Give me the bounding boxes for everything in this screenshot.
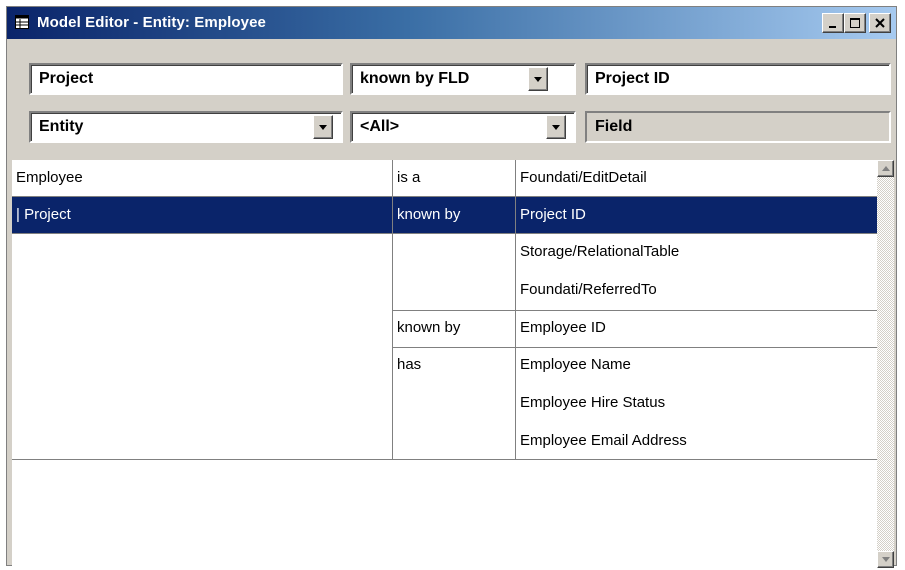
grid-cell-object[interactable]: Project ID — [520, 206, 586, 223]
vertical-scrollbar[interactable] — [877, 160, 894, 568]
grid-cell-object[interactable]: Foundati/EditDetail — [520, 169, 647, 186]
dropdown-arrow-icon — [534, 77, 542, 82]
row-divider — [12, 233, 877, 234]
grid-cell-object[interactable]: Storage/RelationalTable — [520, 243, 679, 260]
window-title: Model Editor - Entity: Employee — [37, 14, 266, 31]
relation-filter-value: <All> — [360, 118, 400, 135]
title-bar[interactable]: Model Editor - Entity: Employee — [7, 7, 896, 39]
grid-cell-relation[interactable]: has — [397, 356, 421, 373]
relation-filter-select[interactable]: <All> — [350, 111, 576, 143]
subject-type-dropdown-button[interactable] — [313, 115, 333, 139]
grid-cell-object[interactable]: Employee Hire Status — [520, 394, 665, 411]
relation-select[interactable]: known by FLD — [350, 63, 576, 95]
scroll-down-icon — [882, 557, 890, 562]
close-button[interactable] — [869, 13, 891, 33]
subject-value: Project — [39, 70, 94, 87]
relation-value: known by FLD — [360, 70, 470, 87]
object-value: Project ID — [595, 70, 670, 87]
grid-cell-object[interactable]: Employee Name — [520, 356, 631, 373]
grid-cell-object[interactable]: Employee ID — [520, 319, 606, 336]
dropdown-arrow-icon — [552, 125, 560, 130]
row-divider — [392, 347, 877, 348]
grid-cell-subject[interactable]: | Project — [16, 206, 71, 223]
row-divider — [12, 196, 877, 197]
grid-cell-object[interactable]: Foundati/ReferredTo — [520, 281, 657, 298]
maximize-button[interactable] — [844, 13, 866, 33]
model-editor-window: Model Editor - Entity: Employee Project … — [6, 6, 897, 568]
object-type-label: Field — [585, 111, 891, 143]
scroll-down-button[interactable] — [877, 551, 894, 568]
close-icon — [875, 18, 885, 28]
scroll-up-icon — [882, 166, 890, 171]
minimize-button[interactable] — [822, 13, 844, 33]
row-divider — [12, 459, 877, 460]
grid-cell-relation[interactable]: is a — [397, 169, 420, 186]
relation-dropdown-button[interactable] — [528, 67, 548, 91]
relationship-grid[interactable]: Employee is a Foundati/EditDetail | Proj… — [12, 160, 894, 568]
grid-cell-subject[interactable]: Employee — [16, 169, 83, 186]
object-input[interactable]: Project ID — [585, 63, 891, 95]
window-menu-icon[interactable] — [15, 15, 29, 29]
minimize-icon — [829, 26, 836, 28]
grid-cell-relation[interactable]: known by — [397, 319, 460, 336]
maximize-icon — [850, 18, 860, 28]
grid-cell-object[interactable]: Employee Email Address — [520, 432, 687, 449]
grid-cell-relation[interactable]: known by — [397, 206, 460, 223]
subject-type-value: Entity — [39, 118, 84, 135]
subject-type-select[interactable]: Entity — [29, 111, 343, 143]
row-divider — [392, 310, 877, 311]
relation-filter-dropdown-button[interactable] — [546, 115, 566, 139]
scroll-up-button[interactable] — [877, 160, 894, 177]
subject-input[interactable]: Project — [29, 63, 343, 95]
object-type-value: Field — [595, 118, 633, 135]
dropdown-arrow-icon — [319, 125, 327, 130]
